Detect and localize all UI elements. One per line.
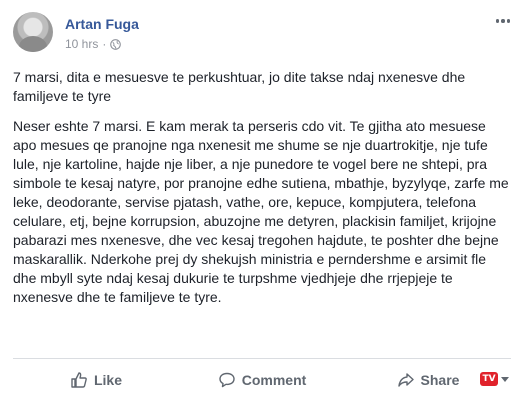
share-label: Share [420,372,460,388]
post-author-name[interactable]: Artan Fuga [65,16,139,32]
comment-icon [219,372,235,388]
post-actions-bar: Like Comment Share TV [13,360,511,400]
thumbs-up-icon [71,372,87,388]
more-options-icon[interactable] [493,14,513,28]
like-label: Like [93,372,122,388]
comment-label: Comment [241,372,307,388]
post-paragraph-body: Neser eshte 7 marsi. E kam merak ta pers… [13,118,509,305]
share-arrow-icon [397,373,414,387]
post-timestamp[interactable]: 10 hrs [65,37,98,51]
like-button[interactable]: Like [13,360,179,400]
post-meta: 10 hrs · [65,37,122,51]
post-paragraph-title: 7 marsi, dita e mesuesve te perkushtuar,… [13,69,466,104]
actions-divider [13,358,511,359]
post-body: 7 marsi, dita e mesuesve te perkushtuar,… [13,68,511,318]
avatar[interactable] [13,12,53,52]
globe-icon[interactable] [110,38,122,50]
page-selector[interactable]: TV [480,372,509,386]
tv-page-logo: TV [480,372,498,386]
post-header: Artan Fuga 10 hrs · [13,12,513,56]
meta-separator: · [102,37,107,51]
chevron-down-icon [501,376,509,382]
comment-button[interactable]: Comment [179,360,345,400]
facebook-post-card: Artan Fuga 10 hrs · 7 marsi, dita e mesu… [0,0,524,406]
